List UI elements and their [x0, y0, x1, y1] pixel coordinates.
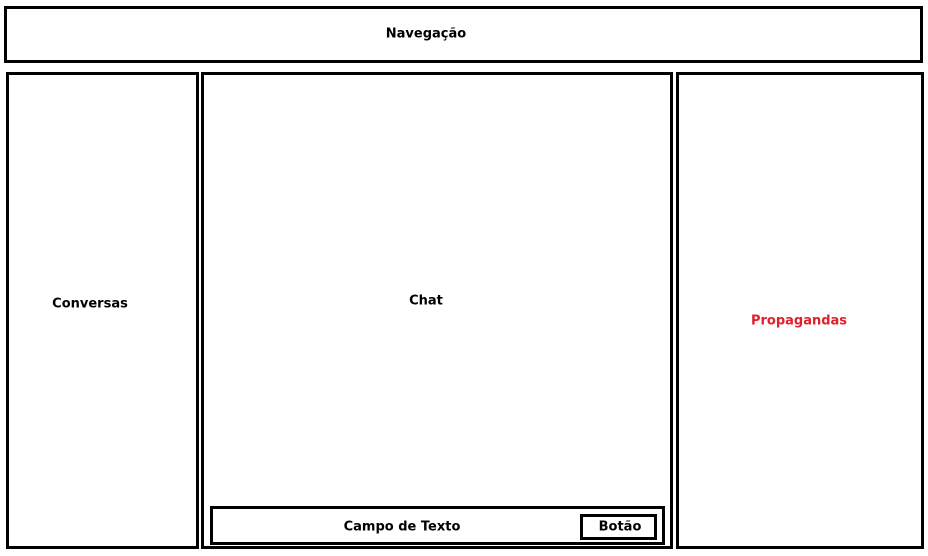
chat-label: Chat — [409, 293, 443, 309]
ads-label: Propagandas — [750, 313, 848, 329]
chat-panel — [201, 72, 673, 549]
ads-panel — [676, 72, 924, 549]
conversations-label: Conversas — [52, 296, 128, 312]
navigation-label: Navegação — [385, 26, 467, 42]
text-field-label: Campo de Texto — [343, 519, 461, 535]
send-button-label: Botão — [598, 519, 642, 535]
